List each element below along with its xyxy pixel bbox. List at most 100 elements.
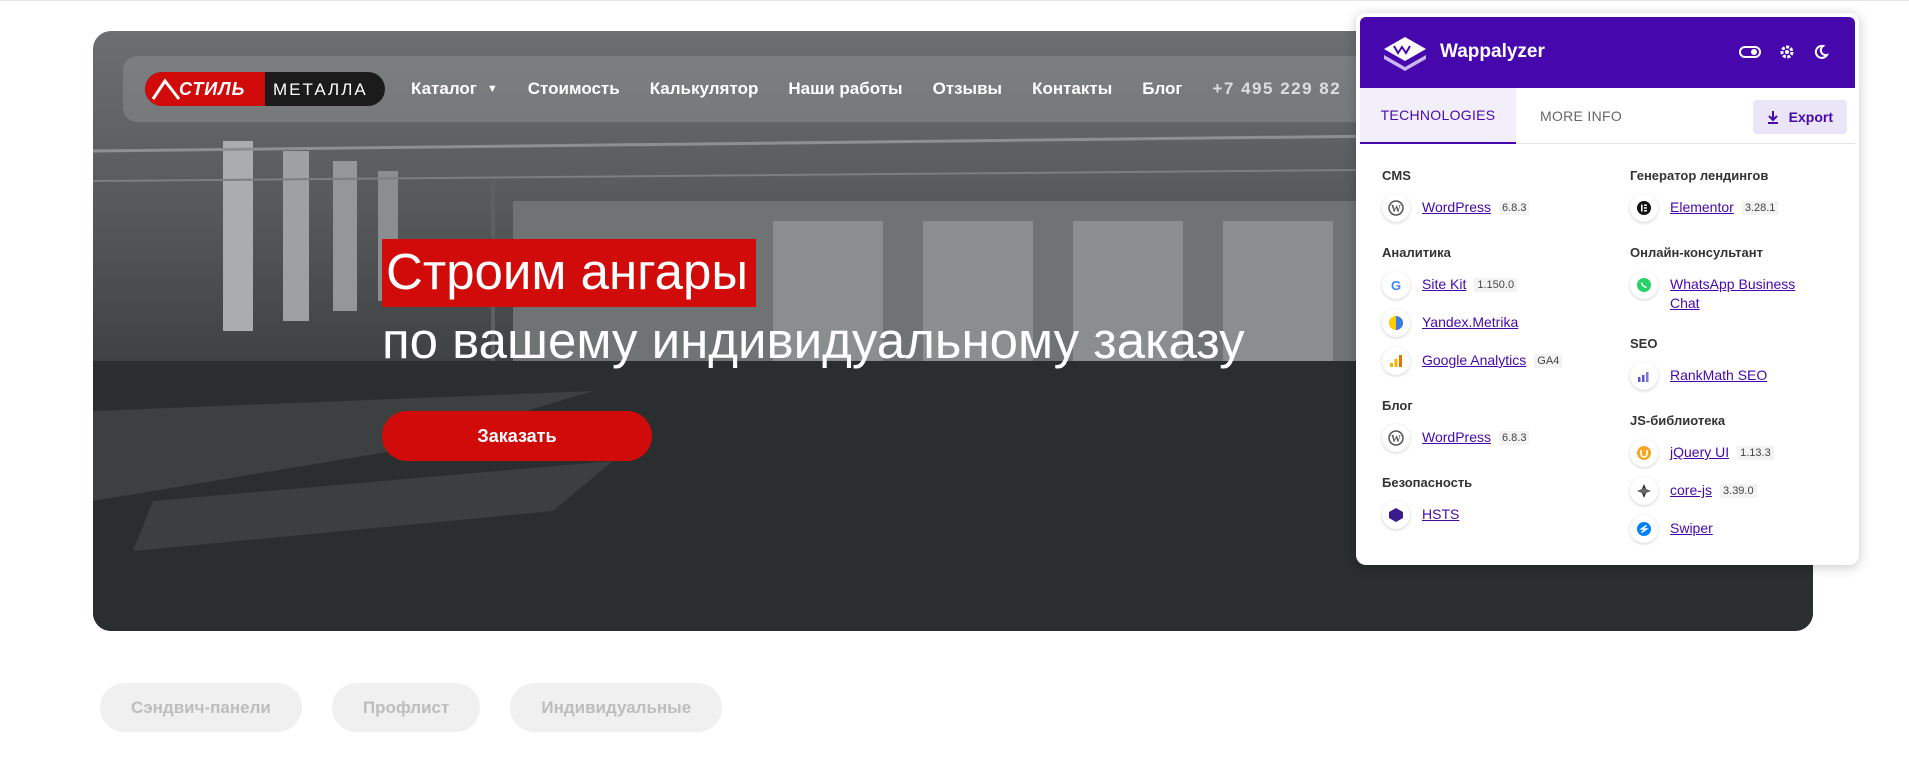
wappalyzer-title: Wappalyzer (1440, 41, 1545, 62)
tech-version: GA4 (1534, 354, 1563, 368)
tech-version: 1.13.3 (1737, 446, 1774, 460)
tab-more-info[interactable]: MORE INFO (1540, 88, 1622, 144)
google-icon: G (1382, 271, 1410, 299)
category-title: Онлайн-консультант (1630, 245, 1763, 260)
rankmath-icon (1630, 362, 1658, 390)
swiper-icon (1630, 515, 1658, 543)
category-seo: SEO RankMath SEO (1630, 336, 1830, 390)
moon-icon[interactable] (1813, 44, 1829, 60)
tech-item[interactable]: RankMath SEO (1630, 362, 1830, 390)
tech-item[interactable]: Yandex.Metrika (1382, 309, 1612, 337)
tech-item[interactable]: Elementor 3.28.1 (1630, 194, 1830, 222)
headline-subtitle: по вашему индивидуальному заказу (382, 312, 1245, 369)
category-js-library: JS-библиотека jQuery UI 1.13.3 core-js 3… (1630, 413, 1830, 543)
logo-text-part1: СТИЛЬ (179, 79, 246, 99)
tech-column-right: Генератор лендингов Elementor 3.28.1 Онл… (1630, 168, 1830, 565)
wappalyzer-header-icons (1721, 44, 1829, 60)
tech-item[interactable]: Google Analytics GA4 (1382, 347, 1612, 375)
whatsapp-icon (1630, 271, 1658, 299)
gear-icon[interactable] (1779, 44, 1795, 60)
nav-contacts[interactable]: Контакты (1032, 79, 1112, 99)
wappalyzer-popup: Wappalyzer TECHNOLOGIES MORE INFO Export… (1356, 13, 1859, 565)
wordpress-icon: W (1382, 424, 1410, 452)
category-title: Аналитика (1382, 245, 1451, 260)
tech-name[interactable]: HSTS (1422, 505, 1459, 524)
category-title: SEO (1630, 336, 1658, 351)
tech-name[interactable]: Swiper (1670, 519, 1713, 538)
tech-item[interactable]: W WordPress 6.8.3 (1382, 194, 1612, 222)
tech-version: 6.8.3 (1498, 431, 1530, 445)
tech-name[interactable]: WordPress (1422, 198, 1491, 217)
svg-text:W: W (1391, 434, 1401, 445)
order-button[interactable]: Заказать (382, 411, 652, 461)
top-border (0, 0, 1909, 1)
tab-technologies[interactable]: TECHNOLOGIES (1360, 88, 1516, 144)
svg-text:W: W (1391, 204, 1401, 215)
tech-name[interactable]: WordPress (1422, 428, 1491, 447)
chevron-down-icon: ▼ (486, 83, 498, 95)
chip-sandwich-panels[interactable]: Сэндвич-панели (100, 683, 302, 732)
google-analytics-icon (1382, 347, 1410, 375)
elementor-icon (1630, 194, 1658, 222)
tech-name[interactable]: Yandex.Metrika (1422, 313, 1518, 332)
wordpress-icon: W (1382, 194, 1410, 222)
site-navbar: СТИЛЬ МЕТАЛЛА Каталог ▼ Стоимость Кальку… (123, 56, 1523, 122)
nav-calculator[interactable]: Калькулятор (650, 79, 759, 99)
category-blog: Блог W WordPress 6.8.3 (1382, 398, 1612, 452)
tech-item[interactable]: core-js 3.39.0 (1630, 477, 1830, 505)
category-title: Блог (1382, 398, 1413, 413)
tech-version: 3.39.0 (1720, 484, 1757, 498)
site-logo[interactable]: СТИЛЬ МЕТАЛЛА (145, 72, 385, 106)
tech-item[interactable]: HSTS (1382, 501, 1612, 529)
tech-version: 1.150.0 (1474, 278, 1518, 292)
wappalyzer-header: Wappalyzer (1360, 17, 1855, 88)
tech-name[interactable]: RankMath SEO (1670, 366, 1767, 385)
tech-item[interactable]: WhatsApp Business Chat (1630, 271, 1830, 313)
yandex-metrika-icon (1382, 309, 1410, 337)
category-landing-builder: Генератор лендингов Elementor 3.28.1 (1630, 168, 1830, 222)
tech-name[interactable]: Elementor (1670, 198, 1734, 217)
nav-catalog[interactable]: Каталог ▼ (411, 79, 498, 99)
category-title: Генератор лендингов (1630, 168, 1769, 183)
nav-works[interactable]: Наши работы (788, 79, 902, 99)
tech-name[interactable]: WhatsApp Business Chat (1670, 275, 1820, 313)
tech-name[interactable]: Google Analytics (1422, 351, 1526, 370)
hsts-icon (1382, 501, 1410, 529)
tech-item[interactable]: G Site Kit 1.150.0 (1382, 271, 1612, 299)
hero-headline: Строим ангары по вашему индивидуальному … (382, 239, 1245, 373)
category-title: CMS (1382, 168, 1411, 183)
tech-name[interactable]: core-js (1670, 481, 1712, 500)
tech-name[interactable]: Site Kit (1422, 275, 1466, 294)
category-chips: Сэндвич-панели Профлист Индивидуальные (100, 683, 752, 732)
category-security: Безопасность HSTS (1382, 475, 1612, 529)
jquery-ui-icon (1630, 439, 1658, 467)
tech-name[interactable]: jQuery UI (1670, 443, 1729, 462)
category-title: JS-библиотека (1630, 413, 1726, 428)
nav-price[interactable]: Стоимость (528, 79, 620, 99)
chip-profiled-sheet[interactable]: Профлист (331, 683, 481, 732)
chip-individual[interactable]: Индивидуальные (510, 683, 723, 732)
nav-blog[interactable]: Блог (1142, 79, 1182, 99)
export-button[interactable]: Export (1752, 100, 1847, 134)
nav-reviews[interactable]: Отзывы (933, 79, 1003, 99)
main-nav: Каталог ▼ Стоимость Калькулятор Наши раб… (411, 56, 1341, 122)
tech-version: 3.28.1 (1741, 201, 1779, 215)
tech-item[interactable]: jQuery UI 1.13.3 (1630, 439, 1830, 467)
tech-column-left: CMS W WordPress 6.8.3 Аналитика G Site K… (1382, 168, 1612, 552)
export-label: Export (1788, 109, 1833, 125)
tech-version: 6.8.3 (1498, 201, 1530, 215)
category-analytics: Аналитика G Site Kit 1.150.0 Yandex.Metr… (1382, 245, 1612, 375)
logo-text-part2: МЕТАЛЛА (273, 80, 368, 99)
core-js-icon (1630, 477, 1658, 505)
toggle-icon[interactable] (1739, 46, 1761, 58)
headline-highlight: Строим ангары (382, 239, 757, 307)
wappalyzer-tabs: TECHNOLOGIES MORE INFO Export (1360, 88, 1855, 144)
phone-number[interactable]: +7 495 229 82 (1213, 79, 1342, 99)
tech-item[interactable]: W WordPress 6.8.3 (1382, 424, 1612, 452)
category-cms: CMS W WordPress 6.8.3 (1382, 168, 1612, 222)
tech-item[interactable]: Swiper (1630, 515, 1830, 543)
category-title: Безопасность (1382, 475, 1473, 490)
category-online-consultant: Онлайн-консультант WhatsApp Business Cha… (1630, 245, 1830, 313)
download-icon (1767, 111, 1778, 124)
wappalyzer-logo-icon (1384, 37, 1426, 71)
